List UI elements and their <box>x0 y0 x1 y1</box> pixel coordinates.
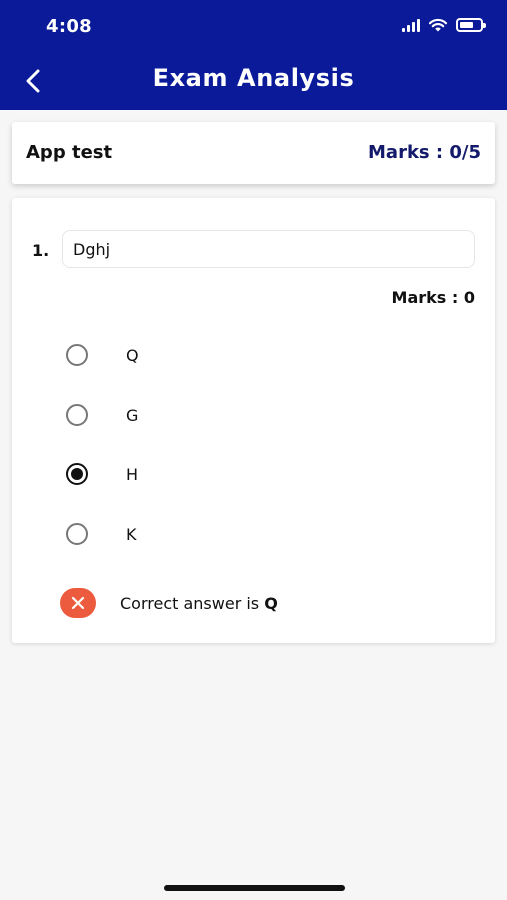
page-title: Exam Analysis <box>152 64 355 92</box>
question-marks: Marks : 0 <box>391 288 475 307</box>
app-screen: 4:08 Exam Analysis App test Marks : 0/5 … <box>0 0 507 900</box>
test-name: App test <box>26 142 113 163</box>
status-time: 4:08 <box>46 16 92 37</box>
question-card: 1. Dghj Marks : 0 Q G H K Correct answer… <box>12 198 495 643</box>
battery-icon <box>456 18 486 32</box>
radio-unselected-icon[interactable] <box>66 404 88 426</box>
exam-summary-card: App test Marks : 0/5 <box>12 122 495 184</box>
app-header: 4:08 Exam Analysis <box>0 0 507 110</box>
status-icons <box>402 18 486 32</box>
option-g[interactable]: G <box>66 400 366 430</box>
question-text: Dghj <box>73 240 111 259</box>
question-text-box: Dghj <box>62 230 475 268</box>
option-h[interactable]: H <box>66 459 366 489</box>
option-k[interactable]: K <box>66 519 366 549</box>
question-number: 1. <box>32 241 50 260</box>
answer-result: Correct answer is Q <box>60 588 460 620</box>
correct-answer-prefix: Correct answer is <box>120 594 265 613</box>
option-label: G <box>126 406 139 425</box>
wifi-icon <box>428 18 448 32</box>
option-label: Q <box>126 346 139 365</box>
total-marks: Marks : 0/5 <box>368 142 481 163</box>
radio-unselected-icon[interactable] <box>66 344 88 366</box>
radio-unselected-icon[interactable] <box>66 523 88 545</box>
signal-icon <box>402 18 420 32</box>
wrong-answer-icon <box>60 588 96 618</box>
radio-selected-icon[interactable] <box>66 463 88 485</box>
option-label: K <box>126 525 137 544</box>
option-q[interactable]: Q <box>66 340 366 370</box>
option-label: H <box>126 465 139 484</box>
correct-answer-value: Q <box>264 594 278 613</box>
correct-answer-text: Correct answer is Q <box>120 594 278 613</box>
home-indicator[interactable] <box>164 885 345 891</box>
